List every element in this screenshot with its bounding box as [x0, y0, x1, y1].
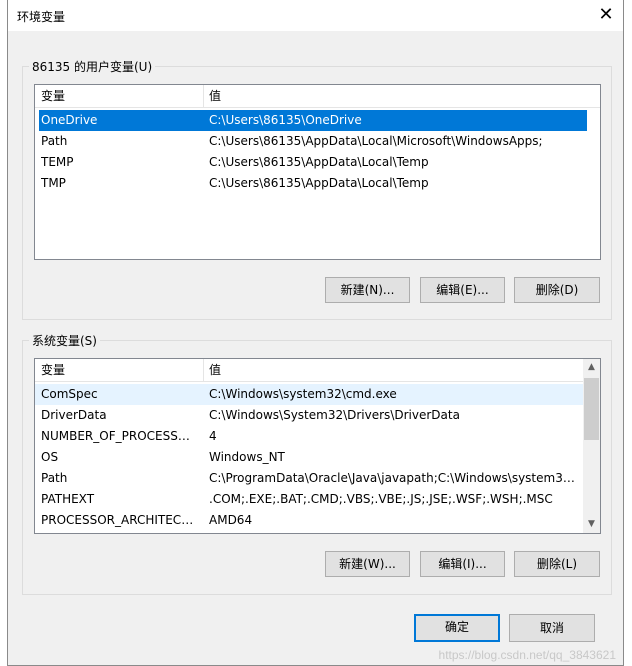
column-header-variable[interactable]: 变量 [35, 359, 203, 381]
table-row[interactable]: PATHEXT .COM;.EXE;.BAT;.CMD;.VBS;.VBE;.J… [35, 489, 583, 510]
column-header-variable[interactable]: 变量 [35, 85, 203, 107]
variable-value: C:\Windows\System32\Drivers\DriverData [209, 408, 460, 422]
variable-value: AMD64 [209, 513, 253, 527]
variable-value: C:\Users\86135\AppData\Local\Microsoft\W… [209, 134, 543, 148]
variable-name: TEMP [41, 155, 74, 169]
table-row[interactable]: Path C:\Users\86135\AppData\Local\Micros… [35, 131, 595, 152]
list-header: 变量 值 [35, 359, 600, 382]
user-variables-list[interactable]: 变量 值 OneDrive C:\Users\86135\OneDrive Pa… [34, 84, 601, 260]
scroll-thumb[interactable] [584, 378, 599, 440]
environment-variables-dialog: 环境变量 ✕ 86135 的用户变量(U) 变量 值 OneDrive C:\U… [7, 0, 624, 666]
ok-button[interactable]: 确定 [414, 614, 500, 642]
table-row[interactable]: TMP C:\Users\86135\AppData\Local\Temp [35, 173, 595, 194]
variable-name: OneDrive [41, 113, 98, 127]
variable-name: NUMBER_OF_PROCESSORS [41, 429, 197, 443]
variable-name: PROCESSOR_ARCHITECT... [41, 513, 197, 527]
variable-value: C:\ProgramData\Oracle\Java\javapath;C:\W… [209, 471, 579, 485]
user-new-button[interactable]: 新建(N)... [325, 277, 410, 303]
vertical-scrollbar[interactable]: ▲ ▼ [583, 359, 600, 533]
system-delete-button[interactable]: 删除(L) [514, 551, 600, 577]
variable-name: DriverData [41, 408, 107, 422]
cancel-button[interactable]: 取消 [509, 614, 595, 642]
variable-value: C:\Users\86135\AppData\Local\Temp [209, 176, 429, 190]
table-row[interactable]: Path C:\ProgramData\Oracle\Java\javapath… [35, 468, 583, 489]
variable-value: C:\Users\86135\OneDrive [209, 113, 362, 127]
column-header-value[interactable]: 值 [203, 359, 221, 381]
column-header-value[interactable]: 值 [203, 85, 221, 107]
table-row[interactable]: DriverData C:\Windows\System32\Drivers\D… [35, 405, 583, 426]
list-header: 变量 值 [35, 85, 600, 108]
variable-value: Windows_NT [209, 450, 285, 464]
watermark: https://blog.csdn.net/qq_3843621 [438, 648, 616, 662]
variable-name: PATHEXT [41, 492, 95, 506]
title-bar: 环境变量 ✕ [8, 0, 623, 31]
close-icon[interactable]: ✕ [589, 0, 623, 31]
variable-value: C:\Windows\system32\cmd.exe [209, 387, 397, 401]
table-row[interactable]: PROCESSOR_ARCHITECT... AMD64 [35, 510, 583, 531]
system-variables-list[interactable]: 变量 值 ComSpec C:\Windows\system32\cmd.exe… [34, 358, 601, 534]
window-title: 环境变量 [17, 10, 66, 24]
user-delete-button[interactable]: 删除(D) [514, 277, 600, 303]
table-row[interactable]: NUMBER_OF_PROCESSORS 4 [35, 426, 583, 447]
variable-name: Path [41, 134, 68, 148]
variable-name: OS [41, 450, 59, 464]
system-new-button[interactable]: 新建(W)... [325, 551, 410, 577]
user-edit-button[interactable]: 编辑(E)... [420, 277, 505, 303]
variable-value: 4 [209, 429, 217, 443]
variable-name: ComSpec [41, 387, 98, 401]
user-variables-legend: 86135 的用户变量(U) [29, 58, 156, 75]
scroll-up-icon[interactable]: ▲ [583, 359, 600, 376]
variable-value: .COM;.EXE;.BAT;.CMD;.VBS;.VBE;.JS;.JSE;.… [209, 492, 553, 506]
table-row[interactable]: OS Windows_NT [35, 447, 583, 468]
variable-name: Path [41, 471, 68, 485]
system-variables-legend: 系统变量(S) [29, 332, 100, 349]
variable-name: TMP [41, 176, 66, 190]
table-row[interactable]: ComSpec C:\Windows\system32\cmd.exe [35, 384, 583, 405]
system-edit-button[interactable]: 编辑(I)... [420, 551, 505, 577]
scroll-down-icon[interactable]: ▼ [583, 516, 600, 533]
table-row[interactable]: TEMP C:\Users\86135\AppData\Local\Temp [35, 152, 595, 173]
variable-value: C:\Users\86135\AppData\Local\Temp [209, 155, 429, 169]
table-row[interactable]: OneDrive C:\Users\86135\OneDrive [39, 110, 587, 131]
